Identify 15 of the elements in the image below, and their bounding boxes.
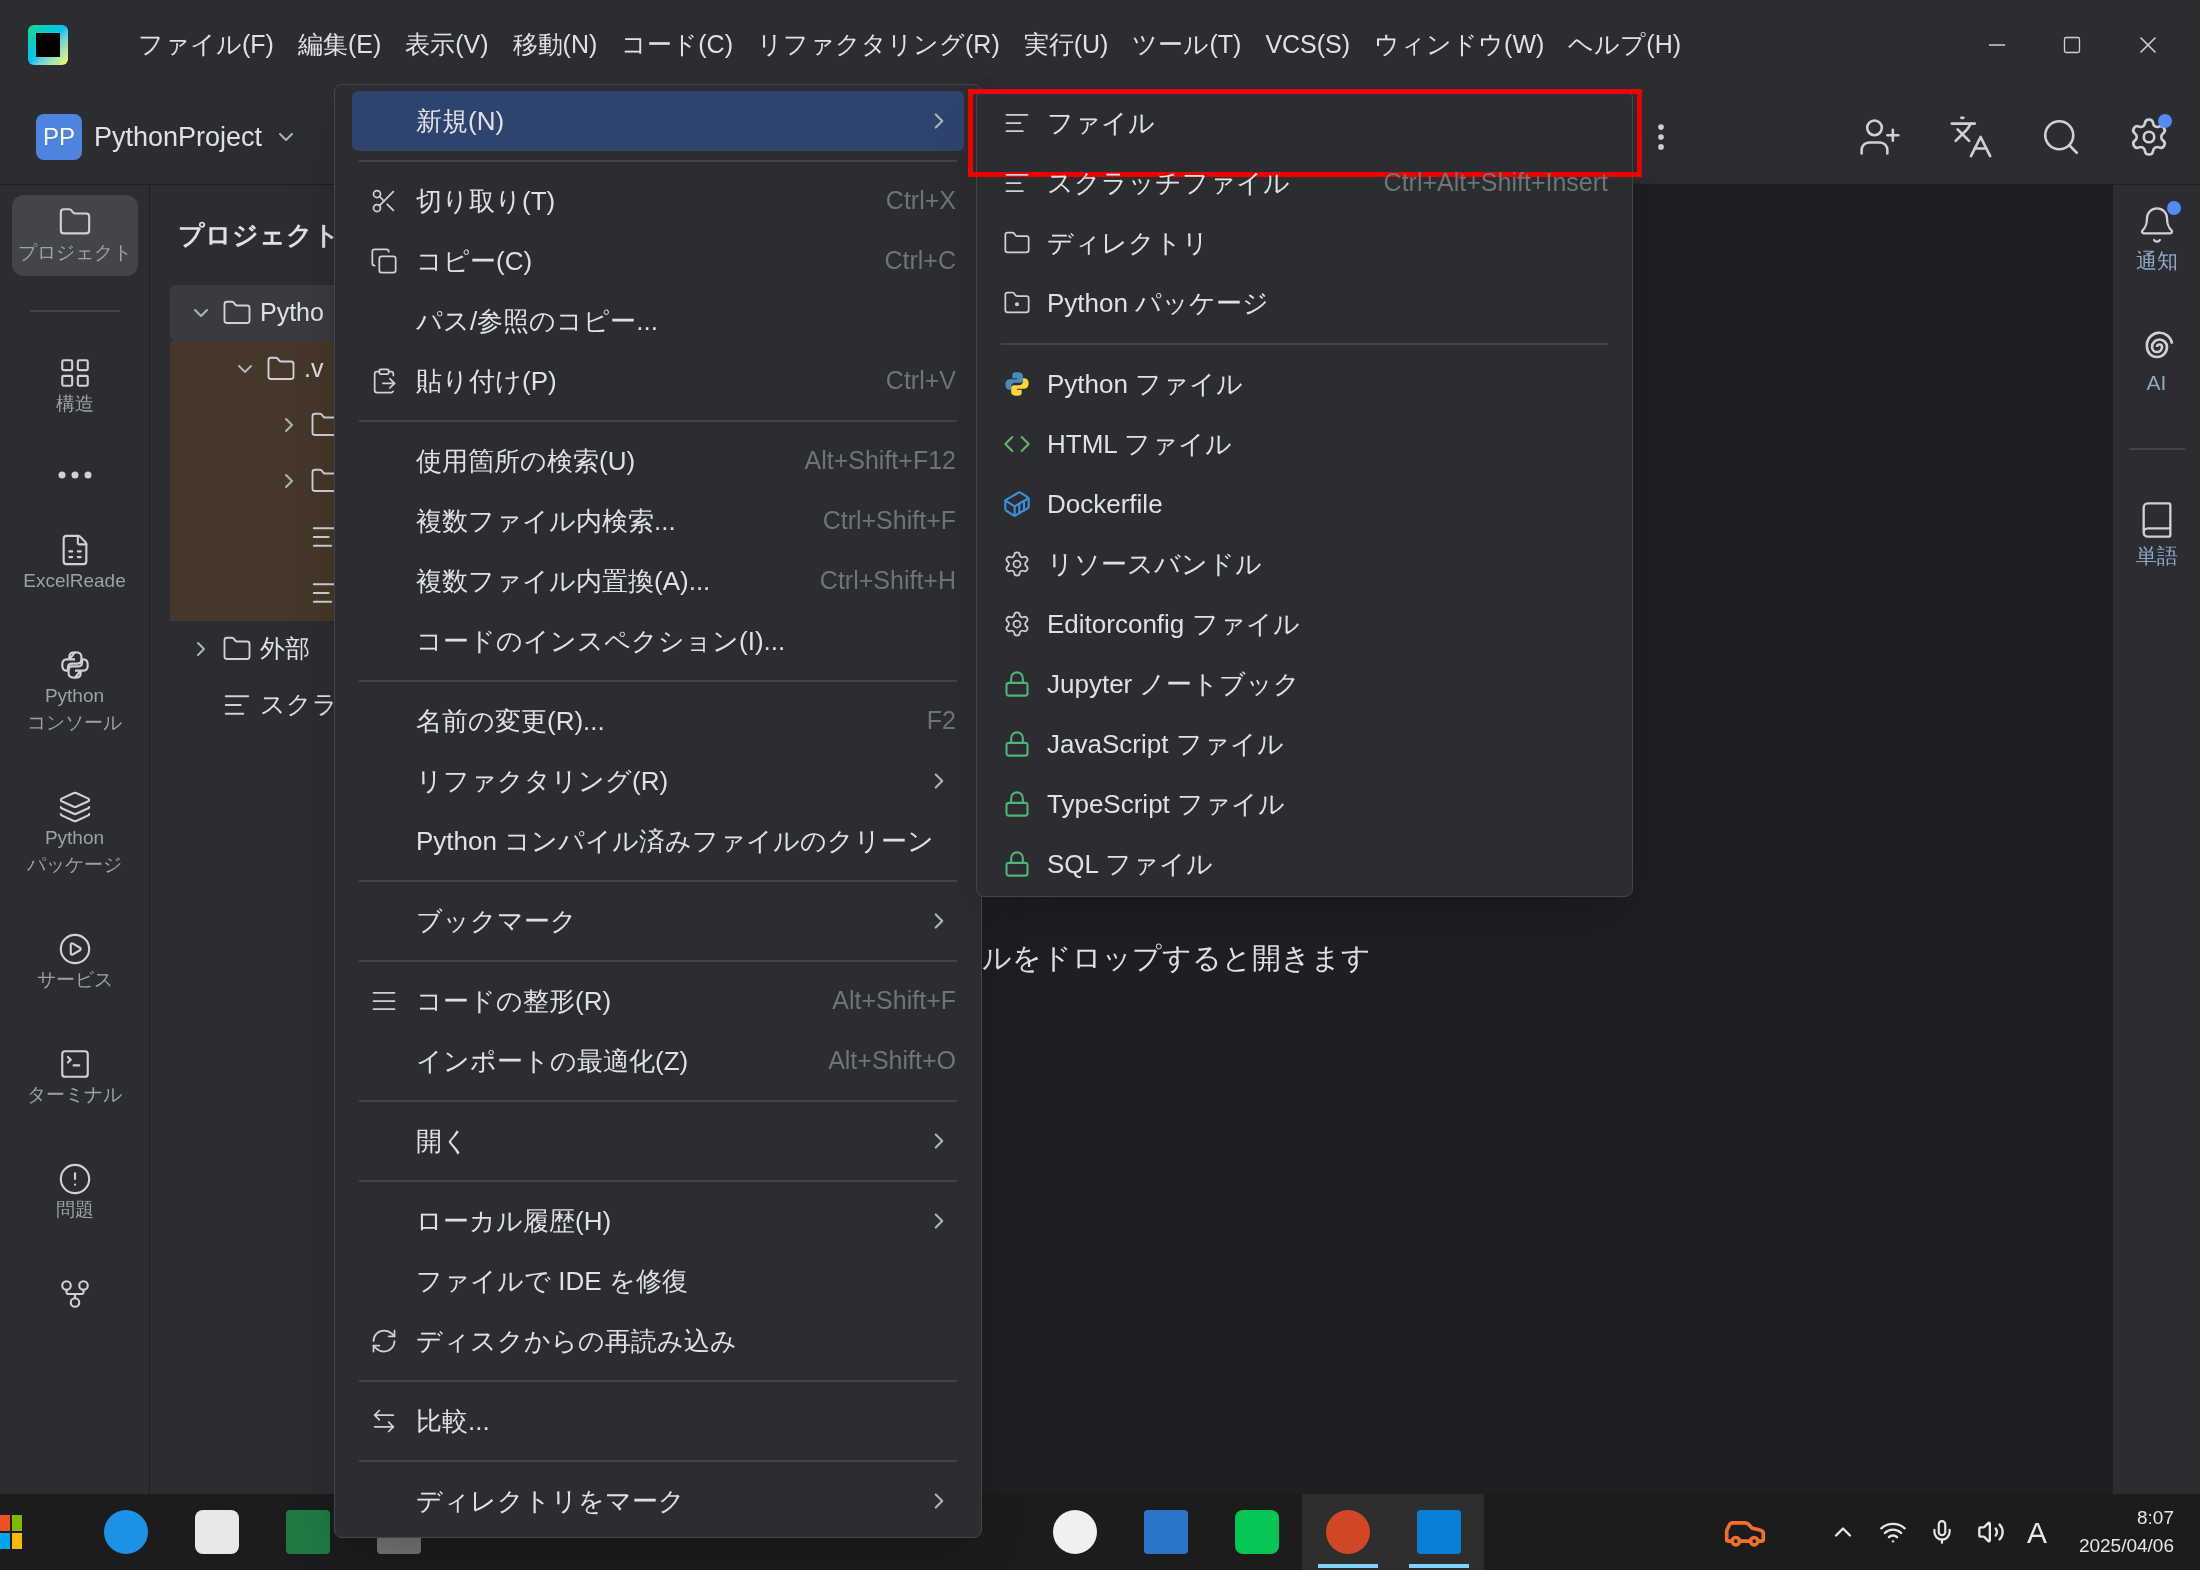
shortcut-text: Ctrl+Alt+Shift+Insert bbox=[1383, 167, 1609, 199]
shortcut-text: Ctrl+Shift+H bbox=[819, 565, 957, 597]
clock-time: 8:07 bbox=[2137, 1505, 2174, 1530]
shortcut-text: Ctrl+C bbox=[884, 245, 957, 277]
shortcut-text: Alt+Shift+F12 bbox=[804, 445, 957, 477]
shortcut-text: Ctrl+Shift+F bbox=[822, 505, 957, 537]
shortcut-text: Alt+Shift+O bbox=[828, 1045, 957, 1077]
shortcut-text: F2 bbox=[926, 705, 957, 737]
project-badge: PP bbox=[36, 114, 82, 160]
clock-date: 2025/04/06 bbox=[2078, 1534, 2174, 1558]
shortcut-text: Alt+Shift+F bbox=[832, 985, 957, 1017]
shortcut-text: Ctrl+X bbox=[885, 185, 957, 217]
editor-drop-hint: ルをドロップすると開きます bbox=[982, 941, 1372, 976]
panel-title: プロジェクト bbox=[178, 218, 340, 252]
shortcut-text: Ctrl+V bbox=[885, 365, 957, 397]
